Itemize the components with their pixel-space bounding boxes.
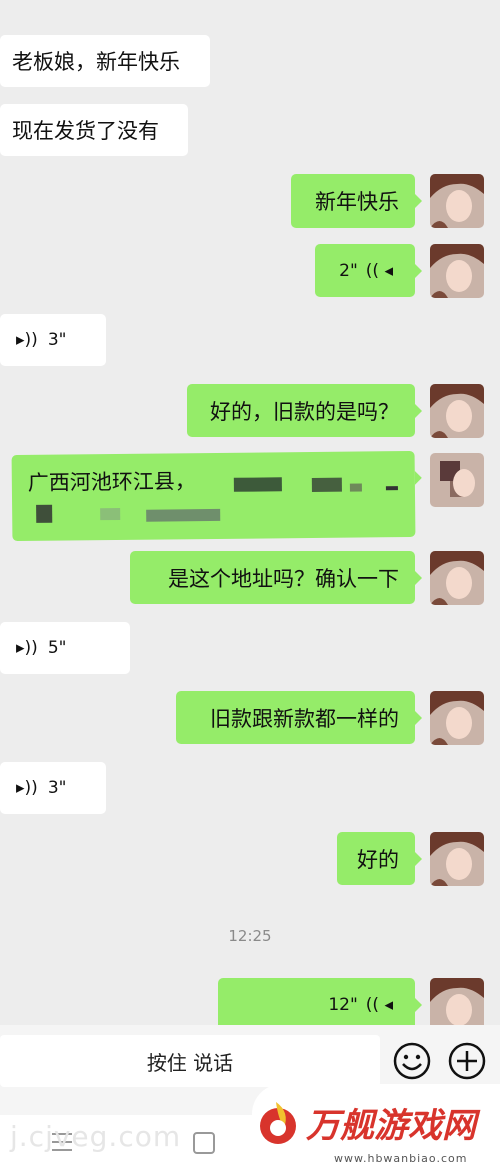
redaction-mosaic — [311, 477, 342, 492]
avatar[interactable] — [430, 551, 484, 605]
voice-message-outgoing[interactable]: 12" (( ◂ — [218, 978, 422, 1025]
redaction-mosaic — [100, 507, 121, 521]
redaction-mosaic — [233, 477, 282, 492]
brand-watermark: 万舰游戏网 www.hbwanbiao.com — [252, 1084, 500, 1173]
voice-duration: 2" — [339, 260, 358, 281]
redaction-mosaic — [385, 486, 398, 491]
brand-name: 万舰游戏网 — [306, 1106, 476, 1146]
avatar[interactable] — [430, 244, 484, 298]
avatar[interactable] — [430, 174, 484, 228]
message-incoming[interactable]: 老板娘，新年快乐 — [0, 35, 210, 87]
avatar[interactable] — [430, 691, 484, 745]
hold-to-talk-button[interactable]: 按住 说话 — [0, 1035, 380, 1087]
message-outgoing[interactable]: 是这个地址吗？确认一下 — [130, 551, 422, 604]
voice-message-outgoing[interactable]: 2" (( ◂ — [315, 244, 422, 297]
redaction-mosaic — [349, 483, 362, 492]
voice-duration: 12" — [328, 994, 358, 1015]
emoji-button[interactable] — [392, 1041, 432, 1081]
chat-area[interactable]: 老板娘，新年快乐 现在发货了没有 新年快乐 2" (( ◂ ▸)) 3" 好的，旧款… — [0, 0, 500, 1025]
plus-icon — [448, 1042, 486, 1080]
avatar[interactable] — [430, 978, 484, 1025]
message-outgoing[interactable]: 新年快乐 — [291, 174, 422, 228]
voice-wave-icon: ▸)) — [16, 778, 38, 798]
voice-wave-icon: ▸)) — [16, 638, 38, 658]
more-button[interactable] — [447, 1041, 487, 1081]
voice-message-incoming[interactable]: ▸)) 3" — [0, 762, 106, 814]
brand-logo-icon — [260, 1102, 296, 1144]
voice-wave-icon: ▸)) — [16, 330, 38, 350]
home-nav-icon[interactable] — [193, 1132, 215, 1154]
message-text: 新年快乐 — [315, 190, 399, 214]
message-text: 好的，旧款的是吗？ — [210, 399, 399, 424]
avatar[interactable] — [430, 453, 484, 507]
message-text: 老板娘，新年快乐 — [12, 50, 180, 74]
voice-wave-icon: (( ◂ — [365, 260, 393, 281]
message-text: 广西河池环江县， — [27, 469, 196, 495]
message-text: 是这个地址吗？确认一下 — [168, 566, 399, 591]
message-outgoing[interactable]: 旧款跟新款都一样的 — [176, 691, 422, 744]
voice-duration: 3" — [47, 778, 67, 798]
voice-message-incoming[interactable]: ▸)) 3" — [0, 314, 106, 366]
voice-duration: 3" — [47, 330, 67, 350]
brand-url: www.hbwanbiao.com — [334, 1152, 468, 1165]
message-text: 旧款跟新款都一样的 — [210, 706, 399, 731]
watermark-text: j.cjveg.com — [10, 1120, 182, 1153]
redaction-mosaic — [146, 508, 221, 522]
message-outgoing[interactable]: 好的，旧款的是吗？ — [187, 384, 422, 437]
redaction-mosaic — [36, 504, 53, 523]
message-outgoing[interactable]: 好的 — [337, 832, 422, 885]
address-message[interactable]: 广西河池环江县， — [11, 450, 416, 542]
avatar[interactable] — [430, 832, 484, 886]
message-text: 好的 — [357, 847, 399, 872]
avatar[interactable] — [430, 384, 484, 438]
message-text: 现在发货了没有 — [12, 119, 159, 143]
message-incoming[interactable]: 现在发货了没有 — [0, 104, 188, 156]
message-timestamp: 12:25 — [228, 927, 272, 945]
voice-duration: 5" — [47, 638, 67, 658]
voice-message-incoming[interactable]: ▸)) 5" — [0, 622, 130, 674]
voice-wave-icon: (( ◂ — [365, 994, 393, 1015]
emoji-icon — [393, 1042, 431, 1080]
